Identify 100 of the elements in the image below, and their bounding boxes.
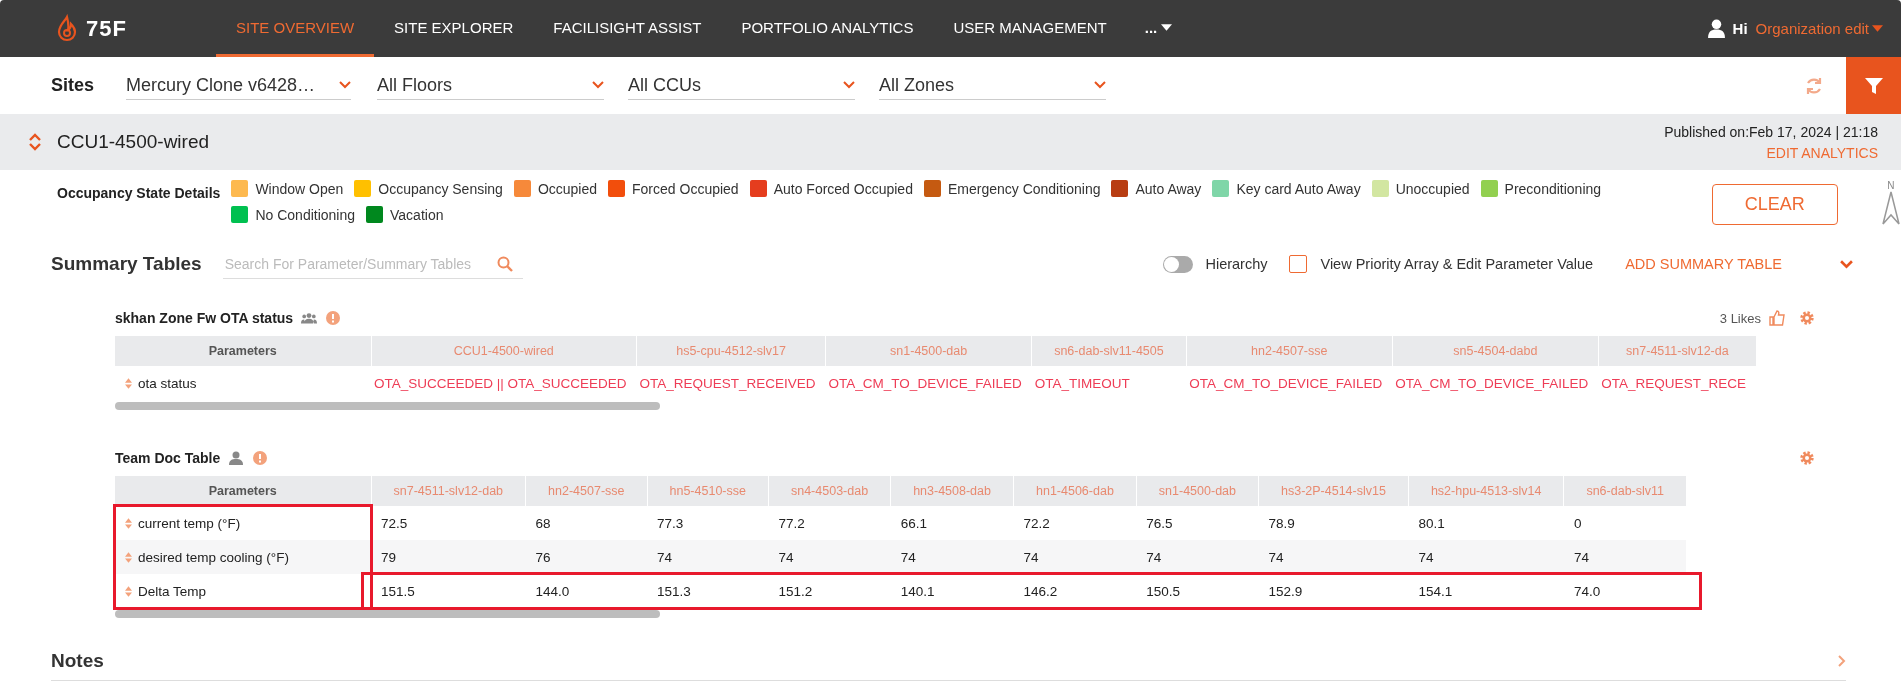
more-menu[interactable]: ... — [1126, 0, 1193, 57]
row-label: desired temp cooling (°F) — [138, 549, 289, 565]
column-header: sn4-4503-dab — [768, 476, 891, 506]
column-header: sn6-dab-slv11 — [1563, 476, 1686, 506]
row-label: current temp (°F) — [138, 515, 241, 531]
compass-letter: N — [1887, 180, 1895, 191]
dropdown[interactable]: All CCUs — [628, 71, 856, 100]
group-icon — [301, 311, 318, 325]
column-header: sn1-4500-dab — [1136, 476, 1259, 506]
summary-title: Summary Tables — [51, 253, 202, 275]
scrollbar[interactable] — [115, 610, 660, 618]
greeting-text: Hi — [1732, 20, 1748, 37]
user-menu[interactable]: Organization edit — [1755, 20, 1883, 37]
table-cell: 0 — [1563, 506, 1686, 540]
table-cell: 74 — [1136, 540, 1259, 574]
table-cell: 72.2 — [1013, 506, 1137, 540]
column-header: hn1-4506-dab — [1013, 476, 1137, 506]
legend-label: Occupied — [537, 180, 598, 197]
priority-label: View Priority Array & Edit Parameter Value — [1320, 256, 1594, 272]
nav-tab[interactable]: SITE OVERVIEW — [216, 0, 375, 57]
nav-tab[interactable]: USER MANAGEMENT — [933, 0, 1127, 57]
table-cell: OTA_REQUEST_RECE — [1598, 366, 1756, 400]
hierarchy-label: Hierarchy — [1205, 256, 1268, 272]
legend-label: Emergency Conditioning — [947, 180, 1101, 197]
column-header: hs2-hpu-4513-slv14 — [1408, 476, 1564, 506]
table-cell: OTA_REQUEST_RECEIVED — [636, 366, 826, 400]
table-cell: OTA_CM_TO_DEVICE_FAILED — [825, 366, 1032, 400]
chevron-down-icon[interactable] — [1840, 259, 1853, 269]
settings-icon[interactable] — [1799, 450, 1815, 466]
column-header: hn2-4507-sse — [525, 476, 647, 506]
column-header: hn2-4507-sse — [1186, 336, 1393, 366]
table-cell-text: 151.5 — [380, 582, 416, 601]
logo-text: 75F — [86, 15, 127, 42]
nav-tab[interactable]: PORTFOLIO ANALYTICS — [721, 0, 934, 57]
column-header: Parameters — [115, 336, 371, 366]
legend-label: Occupancy Sensing — [378, 180, 503, 197]
dropdown[interactable]: All Zones — [879, 71, 1107, 100]
table-cell: OTA_TIMEOUT — [1031, 366, 1187, 400]
table-title: skhan Zone Fw OTA status — [115, 310, 294, 326]
scrollbar[interactable] — [115, 402, 660, 410]
legend-label: Auto Forced Occupied — [773, 180, 913, 197]
sort-icon[interactable] — [125, 517, 132, 529]
priority-checkbox[interactable] — [1289, 255, 1308, 273]
column-header: CCU1-4500-wired — [371, 336, 637, 366]
caret-icon — [1872, 25, 1883, 32]
table-cell: 68 — [525, 506, 647, 540]
published-date: Published on:Feb 17, 2024 | 21:18 — [1664, 123, 1878, 140]
info-icon[interactable] — [325, 311, 342, 325]
dropdown[interactable]: All Floors — [377, 71, 605, 100]
table-cell-text: 146.2 — [1022, 582, 1059, 601]
nav-tab[interactable]: SITE EXPLORER — [374, 0, 534, 57]
search-field[interactable]: Search For Parameter/Summary Tables — [222, 249, 523, 279]
table-cell-text: 151.2 — [777, 582, 814, 601]
legend-label: Window Open — [255, 180, 344, 197]
column-header: sn5-4504-dabd — [1392, 336, 1599, 366]
chevron-down-icon — [592, 81, 605, 89]
table-cell-text: 140.1 — [899, 582, 936, 601]
legend-label: Vacation — [390, 206, 444, 223]
column-header: hs3-2P-4514-slv15 — [1258, 476, 1409, 506]
hierarchy-toggle[interactable] — [1163, 255, 1194, 273]
table-cell: OTA_CM_TO_DEVICE_FAILED — [1392, 366, 1599, 400]
chevron-down-icon — [1094, 81, 1107, 89]
table-cell: 76 — [525, 540, 647, 574]
table-cell: OTA_CM_TO_DEVICE_FAILED — [1186, 366, 1393, 400]
search-icon — [496, 255, 513, 272]
table-cell-text: 151.3 — [656, 582, 692, 601]
sort-icon[interactable] — [125, 551, 132, 563]
legend-title: Occupancy State Details — [57, 185, 221, 201]
filter-button[interactable] — [1846, 57, 1901, 114]
caret-icon — [1161, 23, 1173, 31]
expand-collapse-icon[interactable] — [29, 133, 41, 151]
sort-icon[interactable] — [125, 377, 132, 389]
dropdown[interactable]: Mercury Clone v6428… — [126, 71, 352, 100]
info-icon[interactable] — [252, 451, 269, 465]
table-cell-text: 144.0 — [534, 582, 571, 601]
filter-icon — [1863, 75, 1884, 96]
legend-label: No Conditioning — [255, 206, 356, 223]
column-header: sn7-4511-slv12-dab — [371, 476, 526, 506]
column-header: hn5-4510-sse — [647, 476, 769, 506]
user-icon — [1707, 19, 1725, 38]
sort-icon[interactable] — [125, 585, 132, 597]
chevron-down-icon — [339, 81, 352, 89]
table-cell-text: 74.0 — [1572, 582, 1602, 601]
nav-tab[interactable]: FACILISIGHT ASSIST — [533, 0, 722, 57]
legend-label: Preconditioning — [1504, 180, 1602, 197]
notes-title: Notes — [51, 650, 104, 672]
table-cell: 74 — [1258, 540, 1409, 574]
chevron-right-icon[interactable] — [1838, 655, 1846, 667]
table-cell: 80.1 — [1408, 506, 1564, 540]
table-cell: 74 — [1563, 540, 1686, 574]
user-icon — [228, 451, 245, 465]
row-label: Delta Temp — [138, 583, 207, 599]
column-header: sn7-4511-slv12-da — [1598, 336, 1756, 366]
column-header: hn3-4508-dab — [890, 476, 1014, 506]
thumbs-up-icon[interactable] — [1769, 310, 1785, 326]
legend-label: Auto Away — [1135, 180, 1202, 197]
settings-icon[interactable] — [1799, 310, 1815, 326]
table-cell: 77.3 — [647, 506, 769, 540]
refresh-icon[interactable] — [1804, 75, 1824, 96]
ccu-title: CCU1-4500-wired — [57, 131, 210, 153]
